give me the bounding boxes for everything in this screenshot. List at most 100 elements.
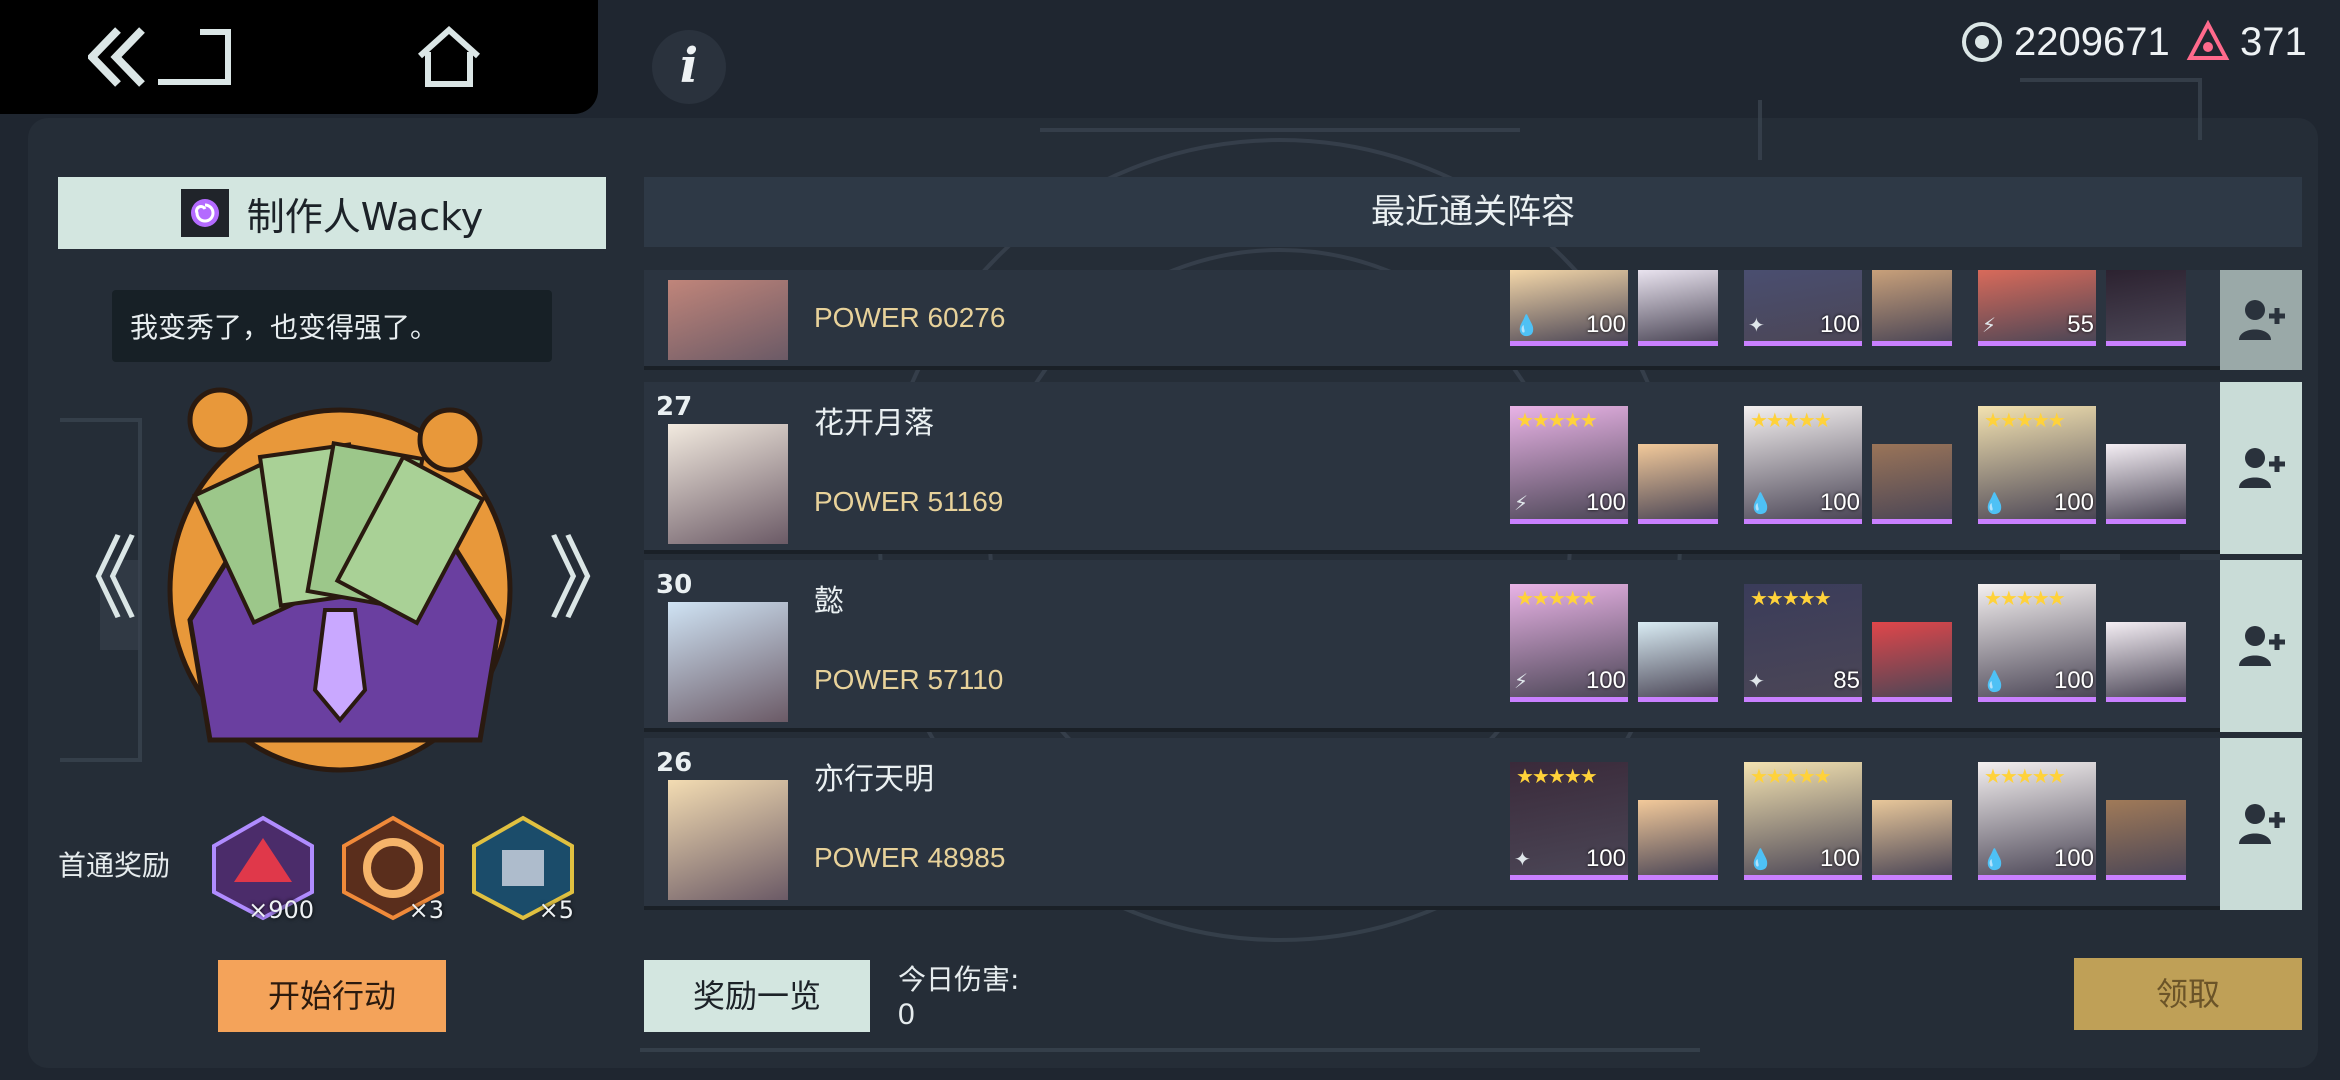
main-unit-card[interactable]: ★★★★★ ⚡ 100 — [1510, 584, 1628, 702]
element-icon: 💧 — [1748, 491, 1773, 515]
unit-level: 100 — [2053, 845, 2094, 872]
reward-count: ×5 — [538, 896, 574, 924]
element-icon: ⚡ — [1982, 313, 1997, 337]
unit-stars: ★★★★★ — [1516, 408, 1598, 432]
boss-speech-bubble: 我变秀了，也变得强了。 — [112, 290, 552, 362]
boss-hamster-illustration — [167, 387, 513, 773]
element-icon: ✦ — [1748, 669, 1765, 693]
main-unit-card[interactable]: ★★★★★ 💧 100 — [1744, 762, 1862, 880]
player-avatar[interactable] — [668, 280, 788, 360]
coin-icon — [1962, 22, 2002, 62]
add-friend-button[interactable] — [2220, 270, 2302, 370]
unit-stars: ★★★★★ — [1984, 408, 2066, 432]
element-icon: 💧 — [1982, 847, 2007, 871]
player-name: 懿 — [814, 584, 844, 619]
info-button[interactable]: i — [652, 30, 726, 104]
rewards-list-button[interactable]: 奖励一览 — [644, 960, 870, 1032]
lineup-row: POWER 60276 💧 100 ✦ 100 ⚡ 55 — [644, 270, 2220, 370]
unit-stars: ★★★★★ — [1984, 764, 2066, 788]
player-power: POWER 57110 — [814, 664, 1004, 695]
support-unit-card[interactable] — [1872, 270, 1952, 346]
support-unit-card[interactable] — [2106, 270, 2186, 346]
main-unit-card[interactable]: ✦ 100 — [1744, 270, 1862, 346]
support-unit-card[interactable] — [1872, 800, 1952, 880]
today-damage-value: 0 — [898, 998, 915, 1031]
boss-name-banner: 制作人Wacky — [58, 177, 606, 249]
unit-level: 85 — [1833, 667, 1860, 694]
add-friend-button[interactable] — [2220, 738, 2302, 910]
player-level: 26 — [656, 748, 693, 778]
gem-counter: 371 — [2186, 14, 2307, 70]
unit-level: 55 — [2067, 311, 2094, 338]
back-button[interactable] — [86, 26, 234, 88]
lineup-row: 30 懿 POWER 57110 ★★★★★ ⚡ 100 ★★★★★ ✦ 85 ★★★★★ 💧 100 — [644, 560, 2220, 732]
player-avatar[interactable] — [668, 602, 788, 722]
element-icon: ✦ — [1514, 847, 1531, 871]
boss-speech-text: 我变秀了，也变得强了。 — [130, 311, 439, 344]
player-level: 27 — [656, 392, 693, 422]
main-unit-card[interactable]: 💧 100 — [1510, 270, 1628, 346]
support-unit-card[interactable] — [1638, 270, 1718, 346]
add-user-icon — [2239, 300, 2285, 340]
next-boss-button[interactable]: 》 — [548, 530, 638, 630]
element-icon: ⚡ — [1514, 669, 1529, 693]
player-power: POWER 48985 — [814, 842, 1006, 873]
support-unit-card[interactable] — [2106, 800, 2186, 880]
element-icon: ✦ — [1748, 313, 1765, 337]
main-unit-card[interactable]: ★★★★★ 💧 100 — [1978, 584, 2096, 702]
support-unit-card[interactable] — [1638, 800, 1718, 880]
prev-boss-button[interactable]: 《 — [48, 530, 138, 630]
home-icon — [417, 25, 481, 87]
player-level: 30 — [656, 570, 693, 600]
reward-item[interactable]: ×3 — [334, 812, 452, 924]
reward-item[interactable]: ×900 — [204, 812, 322, 924]
player-name: 亦行天明 — [814, 762, 934, 797]
unit-stars: ★★★★★ — [1750, 408, 1832, 432]
unit-stars: ★★★★★ — [1750, 764, 1832, 788]
unit-level: 100 — [1819, 311, 1860, 338]
unit-stars: ★★★★★ — [1984, 586, 2066, 610]
element-icon: 💧 — [1514, 313, 1539, 337]
player-name: 花开月落 — [814, 406, 934, 441]
add-friend-button[interactable] — [2220, 382, 2302, 554]
unit-level: 100 — [1585, 845, 1626, 872]
lineup-row: 26 亦行天明 POWER 48985 ★★★★★ ✦ 100 ★★★★★ 💧 100 ★★★★★… — [644, 738, 2220, 910]
add-user-icon — [2239, 448, 2285, 488]
main-unit-card[interactable]: ★★★★★ 💧 100 — [1744, 406, 1862, 524]
reward-count: ×3 — [408, 896, 444, 924]
support-unit-card[interactable] — [2106, 444, 2186, 524]
support-unit-card[interactable] — [1872, 622, 1952, 702]
support-unit-card[interactable] — [1638, 444, 1718, 524]
claim-button[interactable]: 领取 — [2074, 958, 2302, 1030]
coin-amount: 2209671 — [2014, 19, 2170, 64]
reward-item[interactable]: ×5 — [464, 812, 582, 924]
home-button[interactable] — [414, 24, 484, 90]
unit-level: 100 — [2053, 489, 2094, 516]
main-unit-card[interactable]: ★★★★★ ✦ 100 — [1510, 762, 1628, 880]
reward-count: ×900 — [248, 896, 314, 924]
main-unit-card[interactable]: ★★★★★ 💧 100 — [1978, 762, 2096, 880]
start-battle-button[interactable]: 开始行动 — [218, 960, 446, 1032]
element-icon: ⚡ — [1514, 491, 1529, 515]
first-clear-reward-label: 首通奖励 — [58, 849, 171, 882]
main-unit-card[interactable]: ★★★★★ ⚡ 100 — [1510, 406, 1628, 524]
main-unit-card[interactable]: ★★★★★ ✦ 85 — [1744, 584, 1862, 702]
unit-level: 100 — [1585, 311, 1626, 338]
main-unit-card[interactable]: ⚡ 55 — [1978, 270, 2096, 346]
player-avatar[interactable] — [668, 780, 788, 900]
add-friend-button[interactable] — [2220, 560, 2302, 732]
player-avatar[interactable] — [668, 424, 788, 544]
support-unit-card[interactable] — [2106, 622, 2186, 702]
unit-stars: ★★★★★ — [1750, 586, 1832, 610]
element-icon: 💧 — [1748, 847, 1773, 871]
add-user-icon — [2239, 626, 2285, 666]
swirl-icon — [180, 189, 229, 237]
today-damage-label: 今日伤害: — [898, 963, 1020, 996]
main-unit-card[interactable]: ★★★★★ 💧 100 — [1978, 406, 2096, 524]
support-unit-card[interactable] — [1638, 622, 1718, 702]
recent-lineups-title: 最近通关阵容 — [644, 177, 2302, 247]
unit-level: 100 — [1819, 489, 1860, 516]
element-icon: 💧 — [1982, 669, 2007, 693]
support-unit-card[interactable] — [1872, 444, 1952, 524]
gem-amount: 371 — [2240, 19, 2307, 64]
